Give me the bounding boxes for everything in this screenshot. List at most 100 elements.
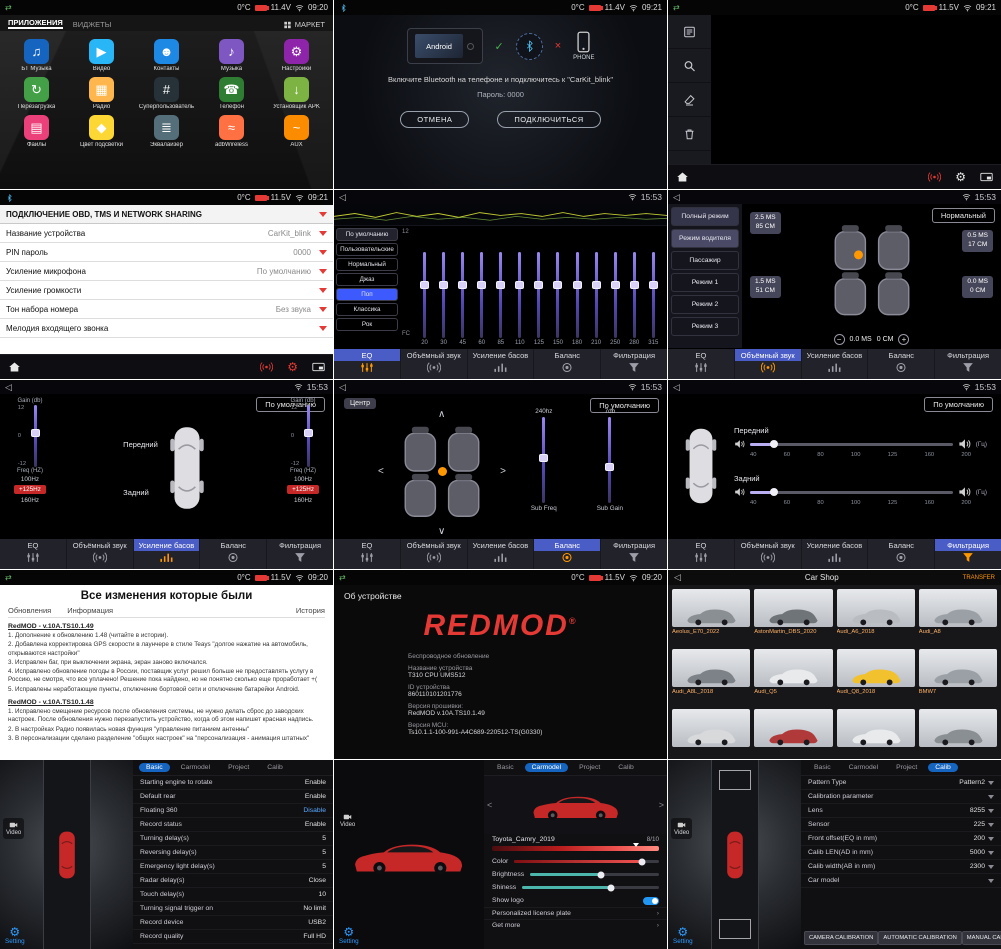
gain-slider[interactable] xyxy=(28,405,42,467)
eq-band-slider[interactable] xyxy=(513,252,527,338)
freq-boost-chip[interactable]: +125Hz xyxy=(14,485,46,494)
setting-button[interactable]: ⚙ Setting xyxy=(5,926,25,945)
app-launcher-item[interactable]: ~ AUX xyxy=(264,115,329,148)
settings-row[interactable]: Turning signal trigger on No limit xyxy=(133,902,333,916)
car-card[interactable]: BMW7 xyxy=(919,649,997,705)
gear-icon[interactable]: ⚙ xyxy=(955,171,966,183)
settings-row[interactable]: Мелодия входящего звонка xyxy=(0,319,333,338)
tab-bass-boost[interactable]: Усиление басов xyxy=(133,539,200,569)
front-filter-slider[interactable] xyxy=(750,443,953,446)
car-card[interactable]: Audi_A8 xyxy=(919,589,997,645)
tab-360[interactable]: Basic xyxy=(807,763,838,772)
tab-updates[interactable]: Обновления xyxy=(8,606,51,615)
tab-balance[interactable]: Баланс xyxy=(199,539,266,569)
slider-handle[interactable] xyxy=(592,281,601,289)
eq-band-slider[interactable] xyxy=(475,252,489,338)
slider-handle[interactable] xyxy=(553,281,562,289)
tab-bass-boost[interactable]: Усиление басов xyxy=(467,539,534,569)
back-icon[interactable]: ◁ xyxy=(674,572,681,583)
delay-chip-rear-right[interactable]: 0.0 MS0 CM xyxy=(962,276,993,298)
mode-button[interactable]: Режим водителя xyxy=(671,229,739,248)
car-card[interactable] xyxy=(837,709,915,759)
get-more-link[interactable]: Get more › xyxy=(484,919,667,931)
app-launcher-item[interactable]: ♪ Музыка xyxy=(199,39,264,72)
calib-row[interactable]: Lens 8255 xyxy=(801,804,1001,818)
slider-handle[interactable] xyxy=(605,463,614,471)
right-arrow-icon[interactable]: > xyxy=(500,467,506,477)
preset-button[interactable]: Пользовательские xyxy=(336,243,398,256)
mode-button[interactable]: Полный режим xyxy=(671,207,739,226)
tab-360[interactable]: Carmodel xyxy=(525,763,568,772)
center-button[interactable]: Центр xyxy=(344,398,376,409)
video-tab[interactable]: Video xyxy=(671,818,692,839)
tab-balance[interactable]: Баланс xyxy=(533,349,600,379)
tab-filter[interactable]: Фильтрация xyxy=(266,539,333,569)
slider-handle[interactable] xyxy=(477,281,486,289)
broadcast-icon[interactable] xyxy=(928,171,941,183)
eq-band-slider[interactable] xyxy=(418,252,432,338)
car-card[interactable]: Audi_Q8_2018 xyxy=(837,649,915,705)
tab-360[interactable]: Project xyxy=(572,763,607,772)
car-card[interactable] xyxy=(754,709,832,759)
tab-filter[interactable]: Фильтрация xyxy=(934,539,1001,569)
tab-filter[interactable]: Фильтрация xyxy=(600,349,667,379)
tab-filter[interactable]: Фильтрация xyxy=(600,539,667,569)
eq-band-slider[interactable] xyxy=(646,252,660,338)
tab-bass-boost[interactable]: Усиление басов xyxy=(801,539,868,569)
slider-handle[interactable] xyxy=(638,858,645,865)
show-logo-toggle[interactable] xyxy=(643,897,659,905)
dropdown-icon[interactable] xyxy=(319,250,327,255)
settings-row[interactable]: Floating 360 Disable xyxy=(133,804,333,818)
tab-360[interactable]: Calib xyxy=(260,763,290,772)
shiness-slider[interactable] xyxy=(522,886,659,889)
prev-car-icon[interactable]: < xyxy=(487,800,492,810)
app-launcher-item[interactable]: ⚙ Настройки xyxy=(264,39,329,72)
tab-eq[interactable]: EQ xyxy=(668,349,734,379)
settings-row[interactable]: PIN пароль 0000 xyxy=(0,243,333,262)
settings-row[interactable]: Radar delay(s) Close xyxy=(133,874,333,888)
app-launcher-item[interactable]: ≈ adbWireless xyxy=(199,115,264,148)
tab-360[interactable]: Calib xyxy=(928,763,958,772)
mode-button[interactable]: Пассажир xyxy=(671,251,739,270)
pip-icon[interactable] xyxy=(980,171,993,183)
app-launcher-item[interactable]: # Суперпользователь xyxy=(134,77,199,110)
calib-row[interactable]: Calibration parameter xyxy=(801,790,1001,804)
eq-band-slider[interactable] xyxy=(589,252,603,338)
delete-button[interactable] xyxy=(668,117,711,151)
settings-row[interactable]: Record status Enable xyxy=(133,818,333,832)
market-button[interactable]: МАРКЕТ xyxy=(283,20,325,29)
tab-360[interactable]: Project xyxy=(221,763,256,772)
car-card[interactable] xyxy=(919,709,997,759)
delay-chip-front-left[interactable]: 2.5 MS85 CM xyxy=(750,212,781,234)
settings-row[interactable]: Усиление микрофона По умолчанию xyxy=(0,262,333,281)
tab-surround[interactable]: Объёмный звук xyxy=(400,539,467,569)
up-arrow-icon[interactable]: ∧ xyxy=(438,410,445,420)
mode-button[interactable]: Режим 1 xyxy=(671,273,739,292)
freq-boost-chip[interactable]: +125Hz xyxy=(287,485,319,494)
sub-gain-slider[interactable] xyxy=(603,417,617,503)
slider-handle[interactable] xyxy=(458,281,467,289)
dropdown-icon[interactable] xyxy=(319,307,327,312)
calib-row[interactable]: Calib width(AB in mm) 2300 xyxy=(801,860,1001,874)
delay-chip-rear-left[interactable]: 1.5 MS51 CM xyxy=(750,276,781,298)
preset-button[interactable]: Джаз xyxy=(336,273,398,286)
down-arrow-icon[interactable]: ∨ xyxy=(438,527,445,537)
cancel-button[interactable]: ОТМЕНА xyxy=(400,111,469,128)
back-icon[interactable]: ◁ xyxy=(5,382,12,393)
settings-row[interactable]: Тон набора номера Без звука xyxy=(0,300,333,319)
tab-eq[interactable]: EQ xyxy=(334,539,400,569)
back-icon[interactable]: ◁ xyxy=(673,192,680,203)
car-card[interactable]: Audi_A6_2018 xyxy=(837,589,915,645)
slider-handle[interactable] xyxy=(515,281,524,289)
video-tab[interactable]: Video xyxy=(3,818,24,839)
minus-button[interactable]: − xyxy=(834,334,845,345)
preset-button[interactable]: Нормальный xyxy=(336,258,398,271)
calib-row[interactable]: Front offset(EQ in mm) 200 xyxy=(801,832,1001,846)
eq-band-slider[interactable] xyxy=(570,252,584,338)
calib-row[interactable]: Calib LEN(AD in mm) 5000 xyxy=(801,846,1001,860)
tab-apps[interactable]: ПРИЛОЖЕНИЯ xyxy=(8,18,63,29)
next-car-icon[interactable]: > xyxy=(659,800,664,810)
app-launcher-item[interactable]: ♫ БТ Музыка xyxy=(4,39,69,72)
car-card[interactable]: Audi_Q5 xyxy=(754,649,832,705)
eq-band-slider[interactable] xyxy=(494,252,508,338)
